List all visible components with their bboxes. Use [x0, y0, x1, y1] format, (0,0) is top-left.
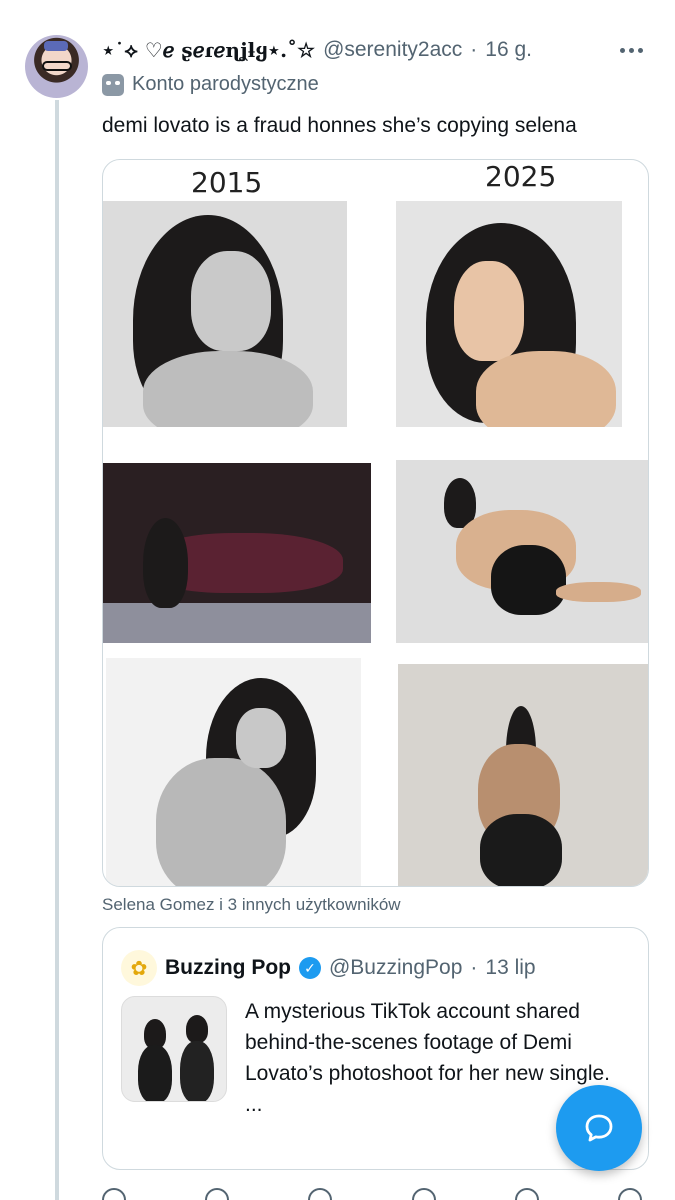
tweet-media[interactable]: 2015 2025	[102, 159, 649, 887]
author-name[interactable]: ⋆˙⟡ ♡ℯ ʂℯɾℯɳʝƚყ⋆.˚☆	[102, 38, 315, 62]
parody-text: Konto parodystyczne	[132, 73, 319, 95]
year-label-right: 2025	[485, 160, 557, 193]
quote-author-name[interactable]: Buzzing Pop	[165, 956, 291, 980]
parody-label: Konto parodystyczne	[102, 73, 319, 96]
reply-icon[interactable]	[102, 1188, 126, 1200]
views-icon[interactable]	[411, 1188, 436, 1200]
photo-2025-lying[interactable]	[396, 460, 648, 643]
share-icon[interactable]	[617, 1188, 642, 1200]
thread-line	[55, 100, 59, 1200]
tweet-time[interactable]: 16 g.	[485, 38, 532, 62]
photo-2025-portrait[interactable]	[396, 201, 622, 427]
author-handle[interactable]: @serenity2acc	[323, 38, 462, 62]
quote-author-handle[interactable]: @BuzzingPop	[329, 956, 462, 980]
chat-bubble-icon	[585, 1114, 613, 1142]
separator-dot: ·	[470, 38, 478, 61]
verified-icon: ✓	[298, 957, 321, 979]
quote-ellipsis: ...	[245, 1093, 263, 1116]
compose-button[interactable]	[556, 1085, 642, 1171]
author-avatar[interactable]	[25, 35, 88, 98]
tweet-text: demi lovato is a fraud honnes she’s copy…	[102, 114, 577, 137]
retweet-icon[interactable]	[205, 1188, 230, 1200]
tweet-header: ⋆˙⟡ ♡ℯ ʂℯɾℯɳʝƚყ⋆.˚☆ @serenity2acc · 16 g…	[102, 36, 635, 64]
quote-header: ✿ Buzzing Pop ✓ @BuzzingPop · 13 lip	[121, 950, 536, 986]
mask-icon	[102, 73, 124, 96]
photo-2015-back[interactable]	[106, 658, 361, 886]
like-icon[interactable]	[308, 1188, 333, 1200]
photo-2015-lying[interactable]	[103, 463, 371, 643]
avatar-bow	[44, 41, 68, 51]
photo-2015-portrait[interactable]	[103, 201, 347, 427]
year-label-left: 2015	[191, 166, 263, 199]
photo-2025-back[interactable]	[398, 664, 648, 886]
quote-separator: ·	[470, 956, 478, 979]
tweet-actions	[102, 1188, 642, 1200]
quote-time[interactable]: 13 lip	[485, 956, 535, 980]
bookmark-icon[interactable]	[514, 1188, 539, 1200]
avatar-glasses	[42, 61, 72, 71]
tagged-users[interactable]: Selena Gomez i 3 innych użytkowników	[102, 895, 401, 915]
quote-thumbnail[interactable]	[121, 996, 227, 1102]
quote-body: A mysterious TikTok account shared behin…	[245, 1000, 611, 1085]
more-icon[interactable]	[617, 40, 645, 60]
bee-logo-icon: ✿	[121, 950, 157, 986]
